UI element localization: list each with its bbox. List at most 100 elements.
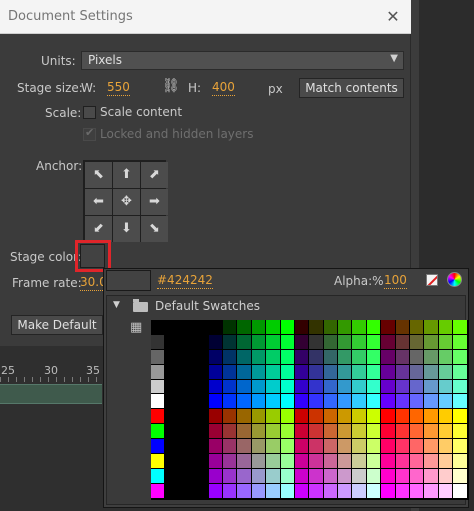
color-swatch[interactable] (395, 454, 411, 469)
color-swatch[interactable] (424, 364, 439, 380)
color-swatch[interactable] (309, 439, 324, 455)
color-swatch[interactable] (410, 394, 425, 410)
color-swatch[interactable] (151, 349, 166, 365)
link-icon[interactable]: ⛓ (162, 78, 180, 94)
color-swatch[interactable] (352, 483, 367, 499)
color-swatch[interactable] (251, 439, 267, 455)
color-swatch[interactable] (237, 454, 252, 469)
color-swatch[interactable] (165, 468, 180, 484)
color-swatch[interactable] (266, 320, 281, 335)
color-swatch[interactable] (237, 379, 252, 395)
color-swatch[interactable] (381, 349, 396, 365)
color-swatch[interactable] (352, 409, 367, 425)
color-swatch[interactable] (222, 454, 238, 469)
color-swatch[interactable] (309, 349, 324, 365)
color-swatch[interactable] (179, 320, 195, 335)
color-swatch[interactable] (395, 379, 411, 395)
color-swatch[interactable] (165, 379, 180, 395)
color-swatch[interactable] (410, 424, 425, 440)
color-swatch[interactable] (381, 439, 396, 455)
color-swatch[interactable] (266, 379, 281, 395)
color-swatch[interactable] (280, 334, 295, 350)
color-swatch[interactable] (165, 439, 180, 455)
color-swatch[interactable] (251, 379, 267, 395)
color-swatch[interactable] (338, 409, 353, 425)
color-swatch[interactable] (280, 483, 295, 499)
color-swatch[interactable] (410, 454, 425, 469)
color-swatch[interactable] (410, 439, 425, 455)
color-swatch[interactable] (194, 349, 209, 365)
color-swatch[interactable] (280, 439, 295, 455)
color-swatch[interactable] (424, 349, 439, 365)
color-swatch[interactable] (323, 334, 339, 350)
color-swatch[interactable] (280, 468, 295, 484)
color-swatch[interactable] (366, 454, 382, 469)
color-swatch[interactable] (294, 349, 310, 365)
color-swatch[interactable] (294, 454, 310, 469)
anchor-right-icon[interactable]: ➡ (141, 189, 168, 215)
scale-content-checkbox[interactable] (83, 106, 96, 119)
color-swatch[interactable] (208, 349, 223, 365)
color-swatch[interactable] (194, 439, 209, 455)
color-swatch[interactable] (352, 439, 367, 455)
color-swatch[interactable] (266, 439, 281, 455)
color-swatch[interactable] (280, 424, 295, 440)
color-swatch[interactable] (194, 424, 209, 440)
color-swatch[interactable] (323, 320, 339, 335)
anchor-center-icon[interactable]: ✥ (113, 189, 140, 215)
color-swatch[interactable] (251, 394, 267, 410)
color-swatch[interactable] (222, 424, 238, 440)
color-swatch[interactable] (151, 454, 166, 469)
color-swatch[interactable] (165, 424, 180, 440)
color-swatch[interactable] (179, 483, 195, 499)
anchor-top-right-icon[interactable]: ⬈ (141, 162, 168, 188)
color-swatch[interactable] (323, 468, 339, 484)
color-swatch[interactable] (294, 468, 310, 484)
color-swatch[interactable] (453, 454, 468, 469)
color-swatch[interactable] (165, 334, 180, 350)
color-swatch[interactable] (237, 424, 252, 440)
color-swatch[interactable] (366, 334, 382, 350)
color-swatch[interactable] (280, 454, 295, 469)
color-swatch[interactable] (381, 394, 396, 410)
color-swatch[interactable] (381, 334, 396, 350)
color-swatch[interactable] (179, 334, 195, 350)
color-swatch[interactable] (424, 334, 439, 350)
color-swatch[interactable] (251, 424, 267, 440)
color-swatch[interactable] (208, 454, 223, 469)
color-swatch[interactable] (453, 409, 468, 425)
color-swatch[interactable] (395, 439, 411, 455)
color-swatch[interactable] (395, 394, 411, 410)
color-swatch[interactable] (323, 394, 339, 410)
color-swatch[interactable] (438, 379, 454, 395)
color-swatch[interactable] (424, 424, 439, 440)
color-swatch[interactable] (410, 320, 425, 335)
color-swatch[interactable] (453, 424, 468, 440)
color-swatch[interactable] (338, 424, 353, 440)
color-swatch[interactable] (366, 379, 382, 395)
color-swatch[interactable] (179, 468, 195, 484)
color-swatch[interactable] (366, 409, 382, 425)
grid-view-icon[interactable]: ▦ (130, 320, 142, 335)
color-swatch[interactable] (453, 379, 468, 395)
color-swatch[interactable] (194, 320, 209, 335)
color-swatch[interactable] (237, 320, 252, 335)
color-swatch[interactable] (338, 379, 353, 395)
color-swatch[interactable] (381, 320, 396, 335)
color-swatch[interactable] (280, 320, 295, 335)
color-swatch[interactable] (410, 379, 425, 395)
color-swatch[interactable] (165, 320, 180, 335)
color-swatch[interactable] (338, 454, 353, 469)
color-swatch[interactable] (453, 439, 468, 455)
color-swatch[interactable] (323, 454, 339, 469)
color-swatch[interactable] (424, 320, 439, 335)
color-swatch[interactable] (294, 483, 310, 499)
color-swatch[interactable] (366, 349, 382, 365)
color-swatch[interactable] (294, 439, 310, 455)
color-swatch[interactable] (395, 424, 411, 440)
color-swatch[interactable] (424, 439, 439, 455)
color-swatch[interactable] (280, 379, 295, 395)
color-swatch[interactable] (208, 320, 223, 335)
color-swatch[interactable] (237, 334, 252, 350)
color-swatch[interactable] (266, 364, 281, 380)
